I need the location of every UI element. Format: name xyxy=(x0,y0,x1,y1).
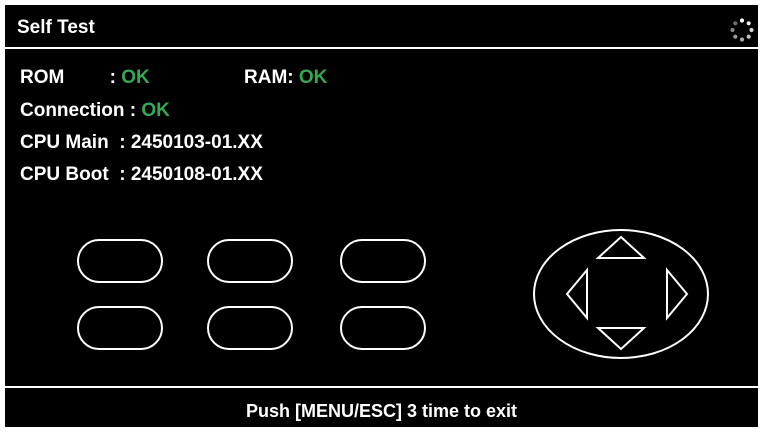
keypad-diagram xyxy=(77,229,709,359)
exit-instruction: Push [MENU/ESC] 3 time to exit xyxy=(245,401,518,421)
soft-key-4[interactable] xyxy=(77,306,163,350)
soft-key-1[interactable] xyxy=(77,239,163,283)
soft-key-5[interactable] xyxy=(207,306,293,350)
soft-key-2[interactable] xyxy=(207,239,293,283)
soft-key-3[interactable] xyxy=(340,239,426,283)
self-test-screen: Self Test ROM : OK RAM: OK Connection : … xyxy=(5,5,758,427)
soft-key-6[interactable] xyxy=(340,306,426,350)
status-bar: Push [MENU/ESC] 3 time to exit xyxy=(5,386,758,427)
